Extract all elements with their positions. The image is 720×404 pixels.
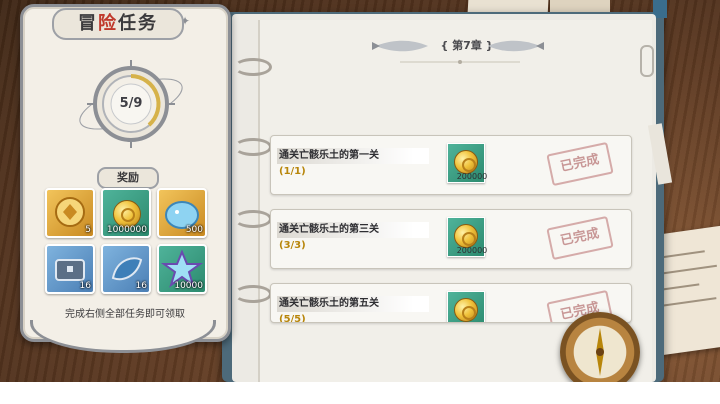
compass-icon[interactable] xyxy=(560,312,640,382)
reward-qty: 500 xyxy=(185,225,203,235)
completed-stamp: 已完成 xyxy=(546,141,614,187)
binder-ring xyxy=(234,210,272,228)
reward-qty: 1000000 xyxy=(106,225,147,235)
reward-qty: 16 xyxy=(79,281,91,291)
reward-qty: 5 xyxy=(85,225,91,235)
blue-chest-icon[interactable]: 16 xyxy=(45,244,95,294)
chapter-right-wing-icon xyxy=(488,40,544,52)
task-reward-qty: 200000 xyxy=(456,172,488,181)
task-progress: (1/1) xyxy=(279,166,306,177)
binder-ring xyxy=(234,58,272,76)
progress-dial: 5/9 xyxy=(74,52,188,166)
binder-ring xyxy=(234,138,272,156)
reward-claim-note: 完成右侧全部任务即可领取 xyxy=(65,309,185,320)
task-reward-qty: 200000 xyxy=(456,246,488,255)
task-name: 通关亡骸乐土的第五关 xyxy=(277,296,429,312)
progress-count: 5/9 xyxy=(119,96,143,111)
panel-title: 冒险任务 xyxy=(52,8,184,40)
task-name: 通关亡骸乐土的第一关 xyxy=(277,148,429,164)
completed-stamp: 已完成 xyxy=(546,215,614,261)
golden-emblem-icon[interactable]: 5 xyxy=(45,188,95,238)
chapter-divider-icon xyxy=(400,60,520,64)
game-scene: { 第7章 } 通关亡骸乐土的第一关 (1/1) 200000 已完成 通关亡骸… xyxy=(0,0,720,382)
reward-qty: 16 xyxy=(135,281,147,291)
paper-clip-icon xyxy=(640,45,654,77)
gold-coin-icon[interactable]: 1000000 xyxy=(101,188,151,238)
task-progress: (5/5) xyxy=(279,314,306,323)
gold-coin-icon[interactable] xyxy=(447,291,485,322)
blue-slime-icon[interactable]: 500 xyxy=(157,188,207,238)
task-card[interactable]: 通关亡骸乐土的第一关 (1/1) 200000 已完成 xyxy=(270,135,632,195)
crystal-star-icon[interactable]: 10000 xyxy=(157,244,207,294)
task-name: 通关亡骸乐土的第三关 xyxy=(277,222,429,238)
blue-leaf-icon[interactable]: 16 xyxy=(101,244,151,294)
task-card[interactable]: 通关亡骸乐土的第三关 (3/3) 200000 已完成 xyxy=(270,209,632,269)
task-progress: (3/3) xyxy=(279,240,306,251)
binder-ring xyxy=(234,285,272,303)
reward-qty: 10000 xyxy=(174,281,203,291)
reward-label: 奖励 xyxy=(97,167,159,189)
